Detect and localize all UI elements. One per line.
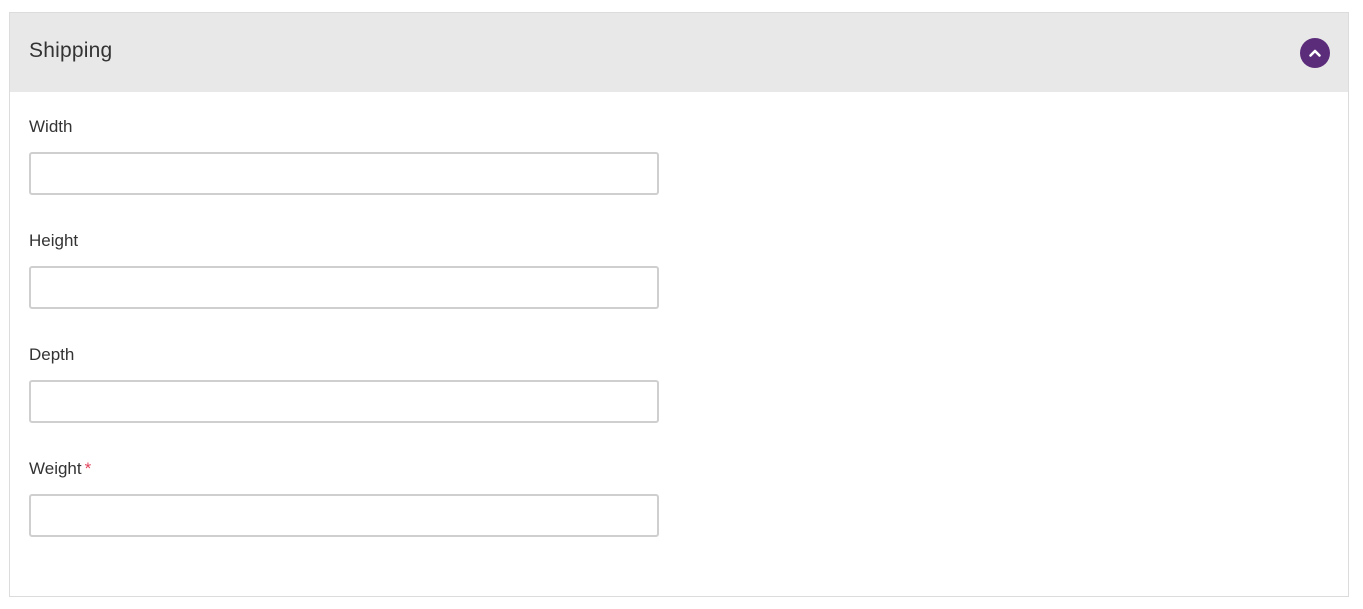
weight-label: Weight <box>29 459 82 478</box>
chevron-up-icon <box>1309 49 1321 57</box>
depth-label: Depth <box>29 345 75 364</box>
weight-field[interactable] <box>29 494 659 537</box>
collapse-button[interactable] <box>1300 38 1330 68</box>
height-field[interactable] <box>29 266 659 309</box>
width-label: Width <box>29 117 73 136</box>
panel-title: Shipping <box>29 39 113 62</box>
shipping-panel: Shipping Width Height Depth Weight * <box>9 12 1349 597</box>
depth-field[interactable] <box>29 380 659 423</box>
width-field[interactable] <box>29 152 659 195</box>
required-indicator: * <box>84 459 92 478</box>
height-label: Height <box>29 231 79 250</box>
panel-header[interactable]: Shipping <box>10 13 1348 92</box>
weight-label-row: Weight * <box>29 458 91 480</box>
